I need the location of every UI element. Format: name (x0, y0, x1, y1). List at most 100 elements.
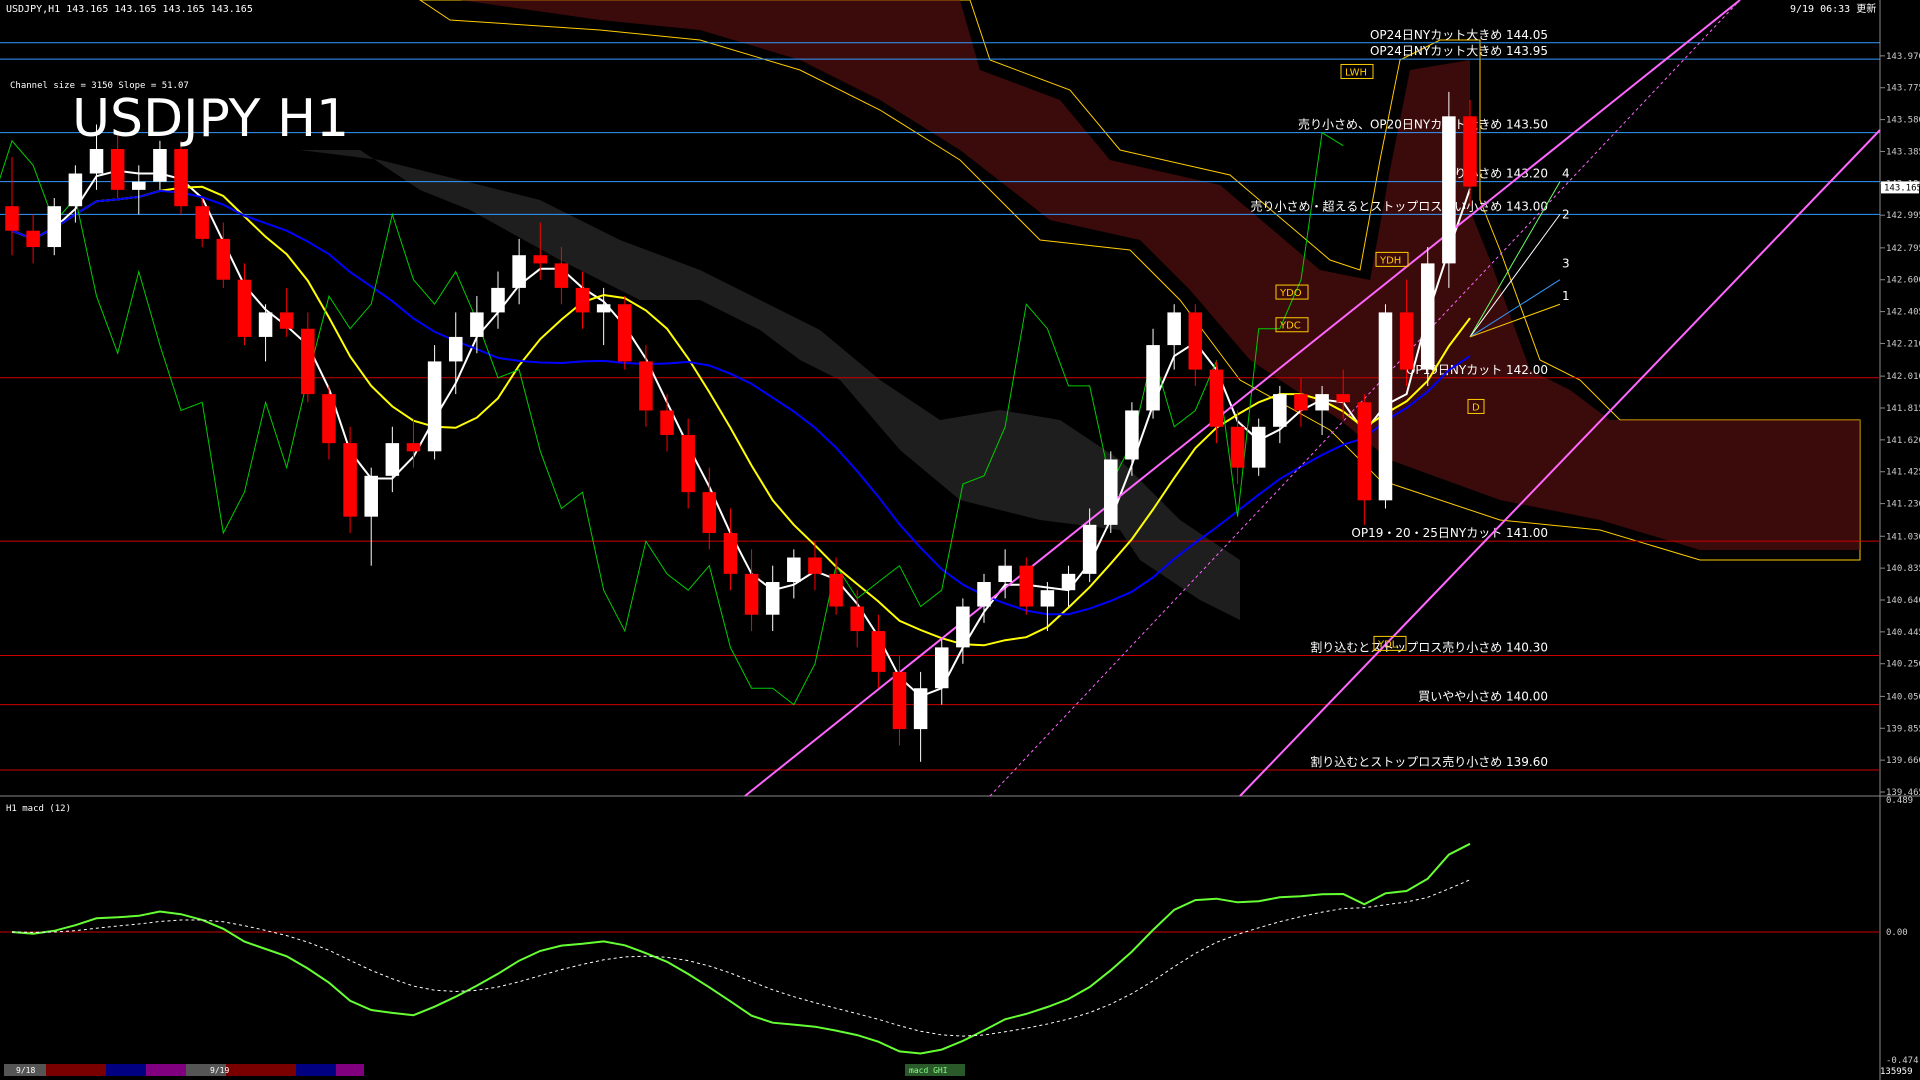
price-tick-label: 143.580 (1886, 116, 1920, 126)
candle-body (470, 312, 484, 337)
candle-body (491, 287, 505, 313)
price-tick-label: 143.970 (1886, 52, 1920, 62)
candle-body (1442, 116, 1456, 264)
candle-body (1061, 573, 1076, 591)
level-label: 売り小さめ 143.20 (1442, 166, 1548, 181)
candle-body (575, 287, 590, 313)
candle-body (237, 279, 252, 337)
price-tick-label: 140.050 (1886, 692, 1920, 702)
candle-body (998, 565, 1012, 583)
price-tick-label: 141.815 (1886, 404, 1920, 414)
level-label: 売り小さめ、OP20日NYカット大きめ 143.50 (1298, 117, 1548, 132)
candle-body (1251, 426, 1266, 468)
candle-body (322, 394, 336, 444)
fan-label: 4 (1562, 167, 1570, 181)
marker-label: LWH (1345, 67, 1367, 78)
price-tick-label: 140.640 (1886, 596, 1920, 606)
candle-body (1315, 394, 1329, 411)
price-tick-label: 142.405 (1886, 308, 1920, 318)
level-label: 売り小さめ・超えるとストップロス買い小さめ 143.00 (1251, 198, 1548, 213)
candle-body (343, 443, 357, 517)
candle-body (1420, 263, 1435, 370)
candle-body (1399, 312, 1414, 370)
candle-body (533, 255, 548, 264)
candle-body (596, 304, 611, 313)
date-tab-9-18[interactable]: 9/18 (16, 1066, 35, 1075)
candle-body (427, 361, 442, 452)
candle-body (1167, 312, 1181, 346)
macd-tick-label: 0.489 (1886, 796, 1913, 806)
price-tick-label: 140.445 (1886, 628, 1920, 638)
candle-body (110, 149, 125, 190)
price-tick-label: 141.230 (1886, 500, 1920, 510)
candle-body (787, 557, 801, 583)
price-tick-label: 140.250 (1886, 660, 1920, 670)
marker-label: YDH (1379, 255, 1401, 266)
symbol-title: USDJPY H1 (72, 89, 349, 149)
price-chart: 143.970143.775143.580143.385143.190142.9… (0, 0, 1920, 1080)
price-tick-label: 140.835 (1886, 564, 1920, 574)
candle-body (977, 582, 991, 607)
level-label: 買いやや小さめ 140.00 (1418, 690, 1548, 704)
candle-body (744, 573, 759, 615)
macd-tick-label: 0.00 (1886, 928, 1908, 938)
candle-body (448, 336, 463, 362)
candle-body (258, 312, 273, 337)
candle-body (364, 475, 378, 517)
fan-label: 2 (1562, 207, 1570, 221)
price-tick-label: 142.010 (1886, 372, 1920, 382)
candle-body (1188, 312, 1203, 370)
candle-body (1019, 565, 1034, 607)
candle-body (1357, 402, 1372, 501)
candle-body (1294, 394, 1308, 411)
price-tick-label: 139.855 (1886, 724, 1920, 734)
fan-label: 1 (1562, 289, 1570, 303)
candle-body (512, 255, 526, 288)
candle-body (892, 671, 907, 730)
candle-body (216, 238, 231, 280)
candle-body (956, 606, 970, 648)
candle-body (5, 206, 19, 231)
price-tick-label: 142.210 (1886, 339, 1920, 349)
candle-body (639, 361, 653, 411)
candle-body (1104, 459, 1118, 525)
candle-body (1040, 590, 1055, 607)
price-tick-label: 141.425 (1886, 468, 1920, 478)
price-tick-label: 142.995 (1886, 211, 1920, 221)
marker-label: YDC (1279, 321, 1301, 332)
macd-tab-label[interactable]: macd GHI (909, 1066, 948, 1075)
candle-body (1273, 394, 1287, 427)
price-tick-label: 139.660 (1886, 756, 1920, 766)
candle-body (153, 149, 167, 182)
candle-body (702, 492, 717, 534)
candle-body (195, 206, 209, 239)
candle-body (1082, 524, 1097, 574)
candle-body (723, 533, 738, 574)
candle-body (1125, 410, 1139, 460)
level-label: OP24日NYカット大きめ 144.05 (1370, 28, 1548, 42)
candle-body (913, 688, 928, 730)
candle-body (68, 173, 83, 207)
candle-body (301, 328, 315, 395)
candle-body (1230, 426, 1245, 468)
macd-tick-label: -0.474 (1886, 1056, 1919, 1066)
candle-body (279, 312, 294, 329)
candle-body (132, 181, 146, 190)
marker-label: YDO (1279, 288, 1302, 299)
candle-body (385, 443, 400, 476)
candle-body (850, 606, 864, 632)
price-tick-label: 143.385 (1886, 147, 1920, 157)
level-label: OP19・20・25日NYカット 141.00 (1351, 526, 1548, 540)
level-label: 割り込むとストップロス売り小さめ 139.60 (1310, 754, 1548, 769)
price-tick-label: 141.030 (1886, 532, 1920, 542)
candle-body (1378, 312, 1393, 501)
candle-body (1463, 116, 1477, 187)
candle-body (934, 647, 949, 689)
candle-body (406, 443, 421, 452)
level-label: OP24日NYカット大きめ 143.95 (1370, 44, 1548, 58)
price-tick-label: 141.620 (1886, 436, 1920, 446)
candle-body (554, 263, 569, 288)
level-label: 割り込むとストップロス売り小さめ 140.30 (1310, 640, 1548, 655)
price-tick-label: 143.775 (1886, 84, 1920, 94)
date-tab-9-19[interactable]: 9/19 (210, 1066, 229, 1075)
